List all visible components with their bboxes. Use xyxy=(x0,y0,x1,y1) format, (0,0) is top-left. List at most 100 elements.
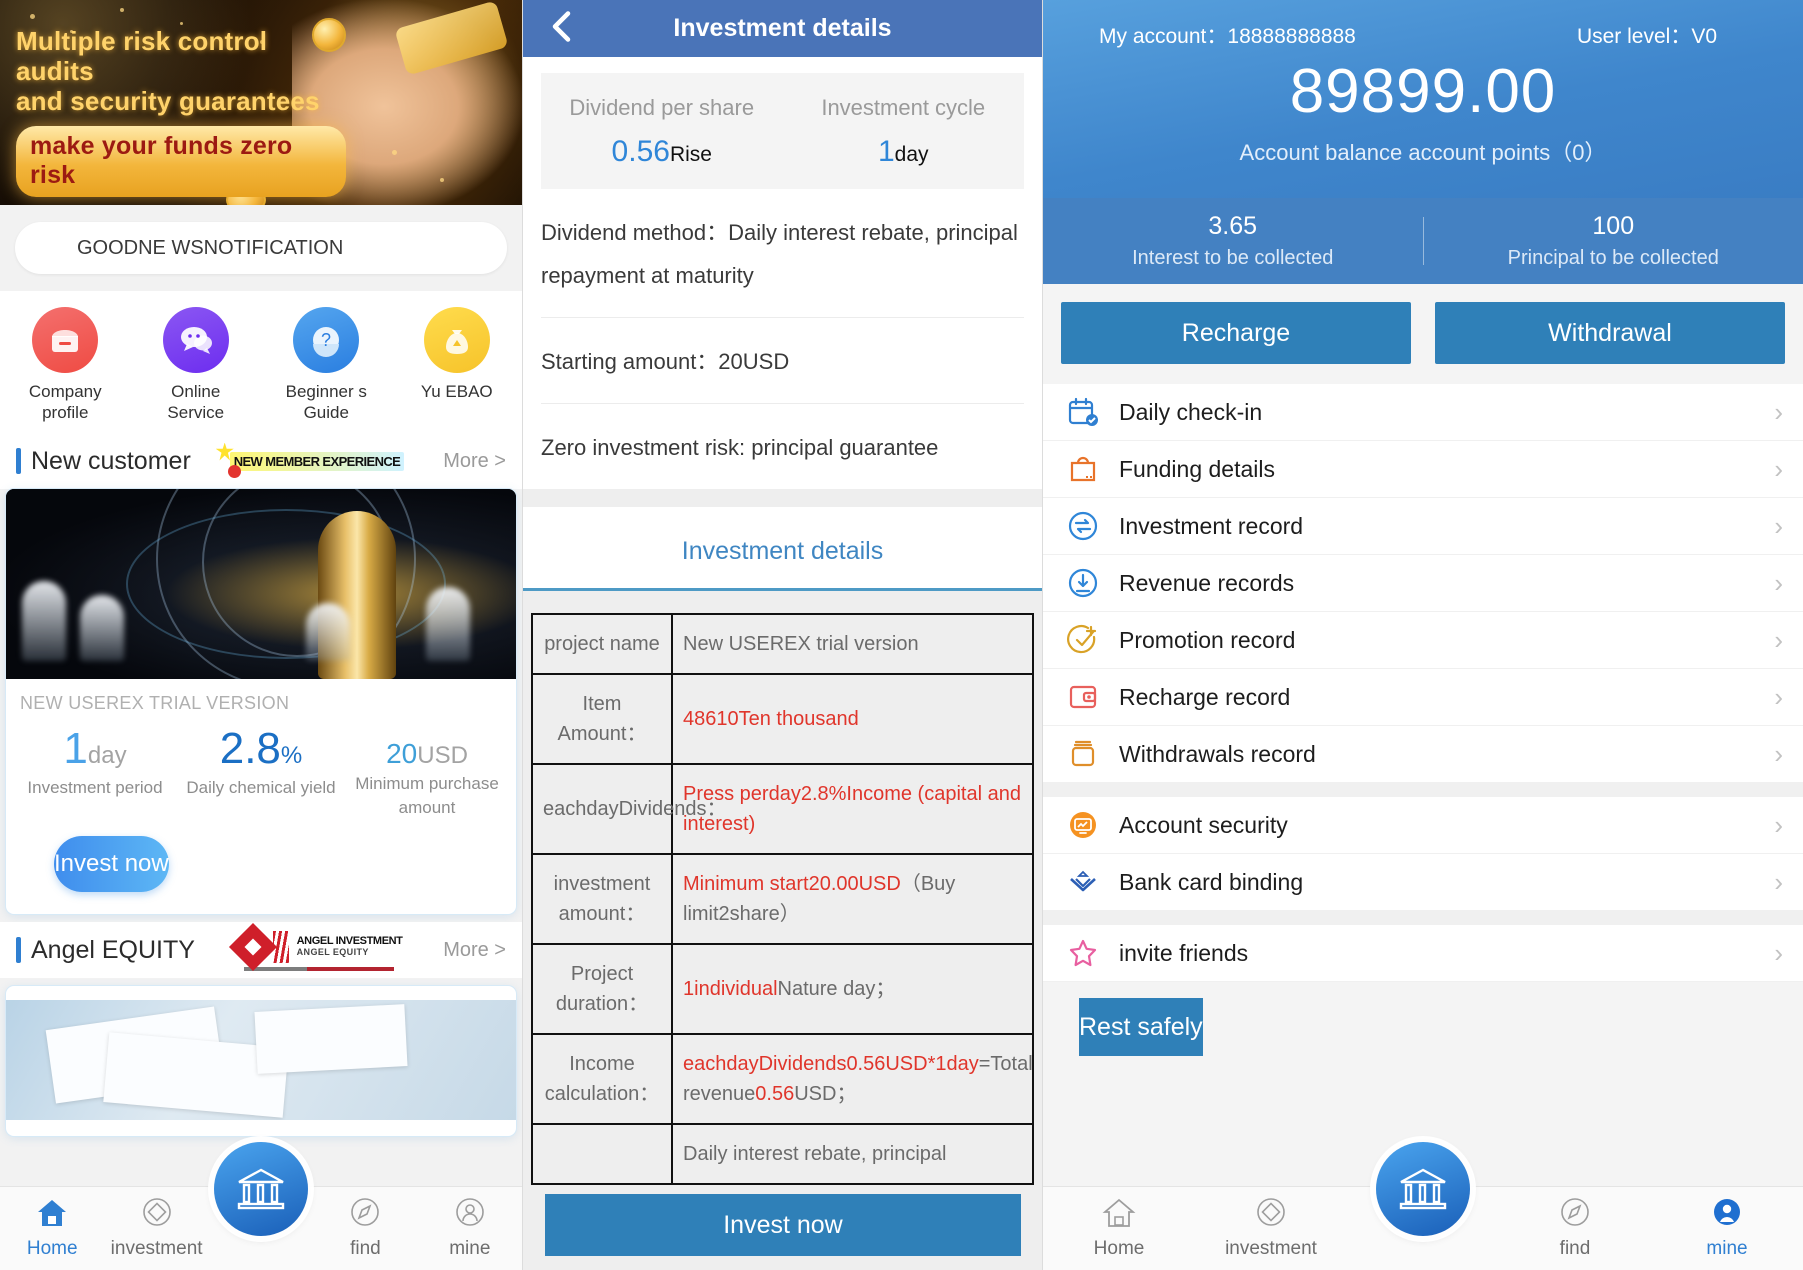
menu-item-daily-check-in[interactable]: Daily check-in › xyxy=(1043,384,1803,441)
chevron-left-icon[interactable] xyxy=(549,9,575,48)
level-label: User level： xyxy=(1576,25,1692,48)
banner-line-1: Multiple risk control audits xyxy=(16,26,268,86)
bank-icon[interactable] xyxy=(1376,1142,1470,1236)
tab-label: mine xyxy=(449,1238,491,1259)
menu-item-bank-card-binding[interactable]: Bank card binding › xyxy=(1043,854,1803,911)
secondary-product-card[interactable] xyxy=(6,986,516,1136)
account-label: My account： xyxy=(1099,25,1228,48)
chevron-right-icon: › xyxy=(1774,809,1783,840)
table-key: investment amount： xyxy=(531,853,673,945)
banner-line-2: and security guarantees xyxy=(16,86,320,116)
table-row: Income calculation： eachdayDividends0.56… xyxy=(531,1033,1034,1125)
more-link[interactable]: More > xyxy=(443,450,506,473)
table-key: Project duration： xyxy=(531,943,673,1035)
chevron-right-icon: › xyxy=(1774,396,1783,427)
account-balance: 89899.00 xyxy=(1289,57,1557,126)
shopping-bag-icon xyxy=(1067,453,1119,485)
svg-text:?: ? xyxy=(321,330,331,350)
tab-mine[interactable]: mine xyxy=(418,1187,522,1270)
chevron-right-icon: › xyxy=(1774,624,1783,655)
banner-badge: make your funds zero risk xyxy=(16,126,346,197)
summary-label: Dividend per share xyxy=(569,95,755,120)
summary-label: Investment cycle xyxy=(821,95,986,120)
menu-item-label: Revenue records xyxy=(1119,569,1295,596)
tab-label: Home xyxy=(1093,1238,1145,1259)
table-value: Press perday2.8%Income (capital and inte… xyxy=(671,763,1034,855)
tab-find[interactable]: find xyxy=(313,1187,417,1270)
promo-banner[interactable]: Multiple risk control audits and securit… xyxy=(0,0,522,205)
star-icon xyxy=(1067,937,1119,969)
tab-investment[interactable]: investment xyxy=(104,1187,208,1270)
menu-item-label: Bank card binding xyxy=(1119,868,1304,895)
quick-action-beginners-guide[interactable]: ? Beginner s Guide xyxy=(261,307,392,423)
menu-item-funding-details[interactable]: Funding details › xyxy=(1043,441,1803,498)
quick-action-company-profile[interactable]: Company profile xyxy=(0,307,131,423)
person-icon xyxy=(453,1197,487,1234)
table-key: Income calculation： xyxy=(531,1033,673,1125)
bank-icon[interactable] xyxy=(214,1142,308,1236)
menu-item-label: Recharge record xyxy=(1119,683,1291,710)
menu-item-account-security[interactable]: Account security › xyxy=(1043,797,1803,854)
quick-action-online-service[interactable]: Online Service xyxy=(131,307,262,423)
value-red: Minimum start20.00USD xyxy=(683,873,901,895)
chevron-right-icon: › xyxy=(1774,453,1783,484)
menu-item-revenue-records[interactable]: Revenue records › xyxy=(1043,555,1803,612)
table-value: eachdayDividends0.56USD*1day=Total reven… xyxy=(671,1033,1034,1125)
compass-icon xyxy=(348,1197,382,1234)
tab-find[interactable]: find xyxy=(1499,1187,1651,1270)
invest-now-button[interactable]: Invest now xyxy=(54,836,169,892)
menu-item-recharge-record[interactable]: Recharge record › xyxy=(1043,669,1803,726)
stat-label: Interest to be collected xyxy=(1132,247,1334,269)
menu-item-promotion-record[interactable]: Promotion record › xyxy=(1043,612,1803,669)
quick-action-yu-ebao[interactable]: Yu EBAO xyxy=(392,307,523,423)
quick-action-row: Company profile Online Service ? Beginne… xyxy=(0,291,522,433)
tab-home[interactable]: Home xyxy=(0,1187,104,1270)
withdrawal-button[interactable]: Withdrawal xyxy=(1435,302,1785,364)
table-row: Item Amount： 48610Ten thousand xyxy=(531,673,1034,765)
tab-label: find xyxy=(1559,1238,1591,1259)
section-title: New customer xyxy=(31,446,191,475)
tab-investment[interactable]: investment xyxy=(1195,1187,1347,1270)
product-card[interactable]: NEW USEREX TRIAL VERSION 1day Investment… xyxy=(6,489,516,914)
rest-safely-button[interactable]: Rest safely xyxy=(1079,998,1203,1056)
menu-item-label: Daily check-in xyxy=(1119,398,1263,425)
tab-mine[interactable]: mine xyxy=(1651,1187,1803,1270)
home-panel: Multiple risk control audits and securit… xyxy=(0,0,523,1270)
tab-label: mine xyxy=(1706,1238,1748,1259)
home-icon xyxy=(1102,1197,1136,1234)
search-bar-area: GOODNE WSNOTIFICATION xyxy=(0,205,522,291)
bank-card-icon xyxy=(1067,866,1119,898)
shield-monitor-icon xyxy=(1067,809,1119,841)
menu-item-withdrawals-record[interactable]: Withdrawals record › xyxy=(1043,726,1803,783)
menu-divider xyxy=(1043,783,1803,797)
table-row: Project duration： 1individualNature day； xyxy=(531,943,1034,1035)
stat-principal: 100 Principal to be collected xyxy=(1424,212,1803,270)
details-card: Dividend per share 0.56Rise Investment c… xyxy=(523,57,1042,489)
yield-value: 2.8 xyxy=(219,724,281,773)
quick-action-label: Company profile xyxy=(28,382,102,422)
more-link[interactable]: More > xyxy=(443,939,506,962)
period-unit: day xyxy=(87,742,127,769)
chevron-right-icon: › xyxy=(1774,866,1783,897)
tab-home[interactable]: Home xyxy=(1043,1187,1195,1270)
new-customer-section-header: New customer NEW MEMBER EXPERIENCE More … xyxy=(0,433,522,489)
menu-item-invite-friends[interactable]: invite friends › xyxy=(1043,925,1803,982)
menu-item-investment-record[interactable]: Investment record › xyxy=(1043,498,1803,555)
product-stats: 1day Investment period 2.8% Daily chemic… xyxy=(6,714,516,820)
info-row-starting-amount: Starting amount：20USD xyxy=(541,318,1024,404)
account-number-group: My account：18888888888 xyxy=(1099,20,1356,50)
search-input[interactable]: GOODNE WSNOTIFICATION xyxy=(15,222,507,274)
table-row: investment amount： Minimum start20.00USD… xyxy=(531,853,1034,945)
table-value: New USEREX trial version xyxy=(671,613,1034,675)
invest-now-button[interactable]: Invest now xyxy=(545,1194,1021,1256)
menu-item-label: Funding details xyxy=(1119,455,1275,482)
details-table-title: Investment details xyxy=(523,507,1042,588)
chat-bubble-icon xyxy=(162,307,229,373)
recharge-button[interactable]: Recharge xyxy=(1061,302,1411,364)
angel-equity-section-header: Angel EQUITY ANGEL INVESTMENT ANGEL EQUI… xyxy=(0,922,522,978)
product-stat-minimum: 20USD Minimum purchase amount xyxy=(344,724,510,820)
question-mark-icon: ? xyxy=(293,307,360,373)
quick-action-label: Yu EBAO xyxy=(420,382,493,401)
account-action-row: Recharge Withdrawal xyxy=(1043,284,1803,384)
menu-item-label: Investment record xyxy=(1119,512,1304,539)
